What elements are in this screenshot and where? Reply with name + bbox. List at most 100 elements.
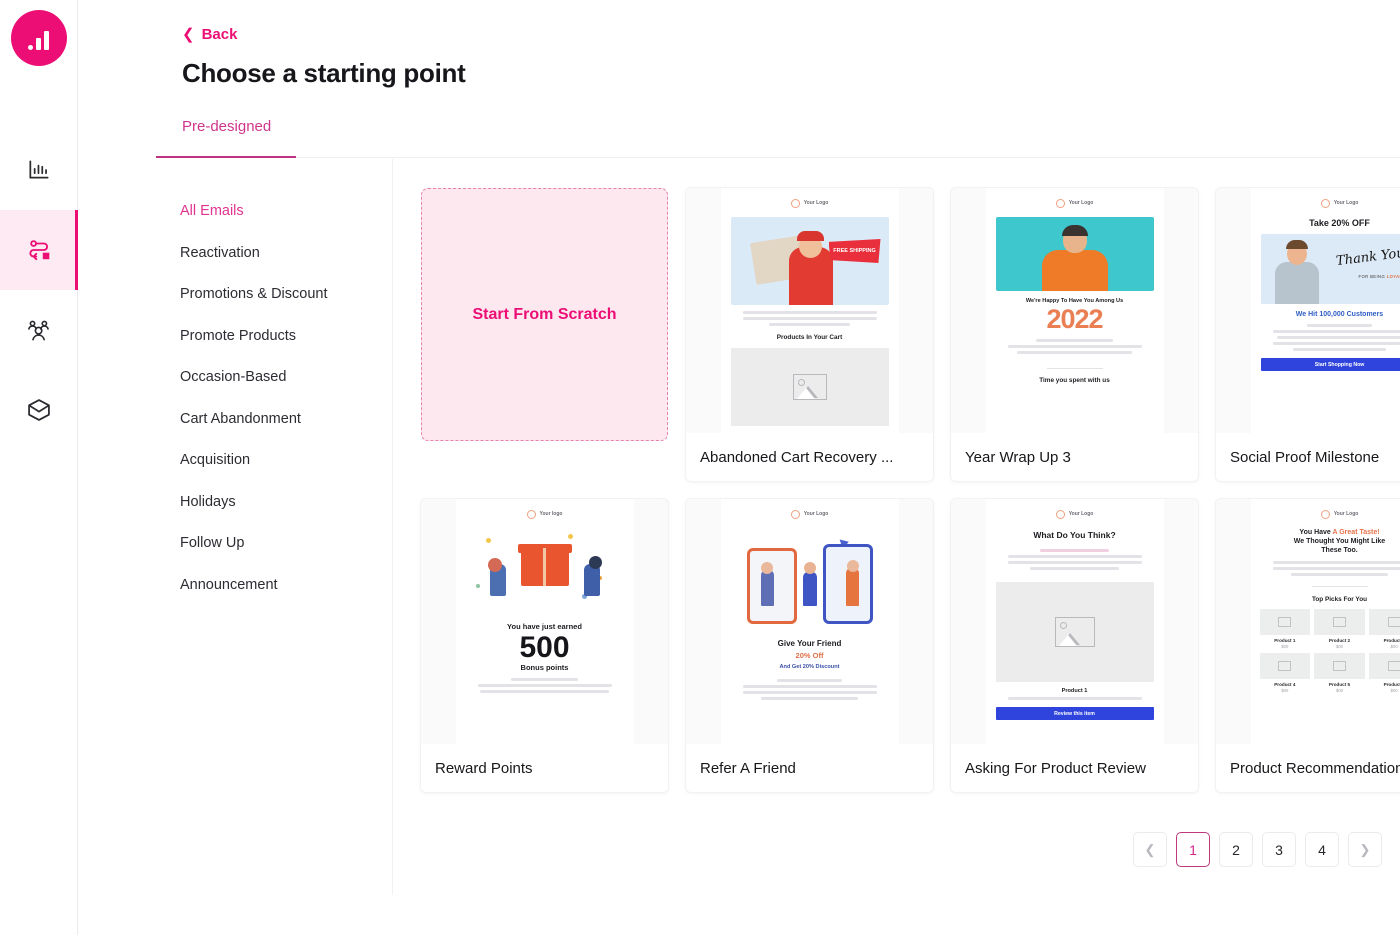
email-line-2: Bonus points (520, 663, 569, 672)
text-line (1007, 345, 1142, 349)
email-heading-line-3: These Too. (1321, 547, 1358, 554)
product-price: $00 (1390, 688, 1398, 693)
text-line (1292, 348, 1387, 351)
template-card[interactable]: Your logo You have just earned 500 Bonus… (421, 499, 668, 792)
logo-ring-icon (790, 509, 800, 519)
template-card[interactable]: Your Logo Take 20% OFF Thank You FOR BEI… (1216, 188, 1400, 481)
text-line (742, 317, 877, 320)
pagination-page-2[interactable]: 2 (1219, 832, 1253, 867)
category-holidays[interactable]: Holidays (156, 482, 392, 524)
email-logo-text: Your logo (539, 511, 563, 517)
image-placeholder-icon (1387, 617, 1400, 627)
rail-item-automation[interactable] (0, 210, 78, 290)
logo-ring-icon (526, 509, 536, 519)
product-price: $00 (1335, 644, 1343, 649)
email-cta-button: Start Shopping Now (1260, 358, 1400, 371)
courier-cap-shape (796, 231, 824, 241)
rail-item-analytics[interactable] (0, 130, 78, 210)
product-image-placeholder (1259, 609, 1311, 635)
email-logo-text: Your Logo (803, 200, 829, 206)
product-name: Product 2 (1328, 637, 1351, 643)
pagination-page-3[interactable]: 3 (1262, 832, 1296, 867)
tab-pre-designed[interactable]: Pre-designed (182, 118, 271, 149)
text-line (1272, 561, 1400, 564)
pagination-page-1[interactable]: 1 (1176, 832, 1210, 867)
email-product-name: Product 1 (1061, 688, 1088, 694)
template-thumbnail: Your Logo Take 20% OFF Thank You FOR BEI… (1216, 188, 1400, 433)
image-placeholder-icon (1278, 617, 1292, 627)
text-line (1007, 697, 1142, 700)
hero-celebration-scene (995, 217, 1154, 291)
email-line-1: You have just earned (507, 622, 582, 631)
image-placeholder-icon (1278, 661, 1292, 671)
pagination-prev[interactable]: ❮ (1133, 832, 1167, 867)
email-body-lines (477, 678, 612, 693)
back-button[interactable]: ❮ Back (182, 26, 237, 43)
product-cell: Product 4 $00 (1259, 653, 1311, 693)
email-heading: What Do You Think? (1033, 530, 1116, 540)
text-line (1272, 567, 1400, 570)
pagination: ❮ 1 2 3 4 ❯ (1133, 832, 1382, 867)
product-cell: Product 5 $00 (1314, 653, 1365, 693)
tab-active-underline (156, 156, 296, 158)
person-body-shape (1041, 250, 1108, 291)
email-section-title: Products In Your Cart (776, 334, 843, 341)
logo-ring-icon (1320, 509, 1330, 519)
category-announcement[interactable]: Announcement (156, 565, 392, 607)
product-image-placeholder (1314, 609, 1365, 635)
category-all-emails[interactable]: All Emails (156, 191, 392, 233)
template-thumbnail: Your Logo What Do You Think? Product 1 R… (951, 499, 1198, 744)
text-line (1030, 567, 1119, 570)
person-2-shape (802, 572, 817, 606)
template-card[interactable]: Your Logo We're Happy To Have You Among … (951, 188, 1198, 481)
email-logo: Your Logo (986, 506, 1164, 522)
start-from-scratch-label: Start From Scratch (472, 305, 617, 323)
email-logo-text: Your Logo (1068, 511, 1094, 517)
text-line (761, 697, 858, 700)
confetti-dot (567, 534, 573, 539)
email-offer: 20% Off (795, 651, 824, 660)
email-product-desc-lines (1007, 697, 1142, 700)
image-placeholder-icon (1332, 661, 1346, 671)
email-offer-title: Take 20% OFF (1309, 218, 1370, 228)
category-reactivation[interactable]: Reactivation (156, 233, 392, 275)
logo-bar-mid (36, 38, 41, 50)
category-occasion-based[interactable]: Occasion-Based (156, 357, 392, 399)
icon-rail (0, 0, 78, 935)
category-acquisition[interactable]: Acquisition (156, 440, 392, 482)
text-line (1307, 324, 1372, 327)
pagination-next[interactable]: ❯ (1348, 832, 1382, 867)
rail-item-products[interactable] (0, 370, 78, 450)
analytics-icon (28, 160, 49, 179)
text-line (742, 685, 877, 688)
email-image-placeholder (730, 348, 889, 426)
image-placeholder-icon (1332, 617, 1346, 627)
email-logo-text: Your Logo (1333, 200, 1359, 206)
person-body-shape (1274, 262, 1319, 304)
template-thumbnail: Your Logo Give Your Friend 20% Off And G… (686, 499, 933, 744)
start-from-scratch-card[interactable]: Start From Scratch (421, 188, 668, 441)
person-2-head (803, 562, 816, 574)
category-follow-up[interactable]: Follow Up (156, 523, 392, 565)
product-image-placeholder (1368, 609, 1400, 635)
template-caption: Abandoned Cart Recovery ... (686, 433, 933, 481)
template-card[interactable]: Your Logo Give Your Friend 20% Off And G… (686, 499, 933, 792)
template-caption: Refer A Friend (686, 744, 933, 792)
template-card[interactable]: Your Logo What Do You Think? Product 1 R… (951, 499, 1198, 792)
email-hero: FREE SHIPPING (730, 217, 889, 305)
rail-item-audience[interactable] (0, 290, 78, 370)
text-line (480, 690, 609, 693)
category-promote-products[interactable]: Promote Products (156, 316, 392, 358)
template-card[interactable]: Your Logo FREE SHIPPING Products In Your… (686, 188, 933, 481)
template-card[interactable]: Your Logo You Have A Great Taste! We Tho… (1216, 499, 1400, 792)
product-price: $00 (1335, 688, 1343, 693)
package-box-icon (27, 399, 50, 421)
product-price: $00 (1281, 688, 1289, 693)
category-cart-abandonment[interactable]: Cart Abandonment (156, 399, 392, 441)
pagination-page-4[interactable]: 4 (1305, 832, 1339, 867)
tab-rule (156, 157, 1400, 158)
email-body-lines (742, 311, 877, 326)
template-caption: Year Wrap Up 3 (951, 433, 1198, 481)
category-promotions-discount[interactable]: Promotions & Discount (156, 274, 392, 316)
email-divider (1311, 586, 1368, 587)
